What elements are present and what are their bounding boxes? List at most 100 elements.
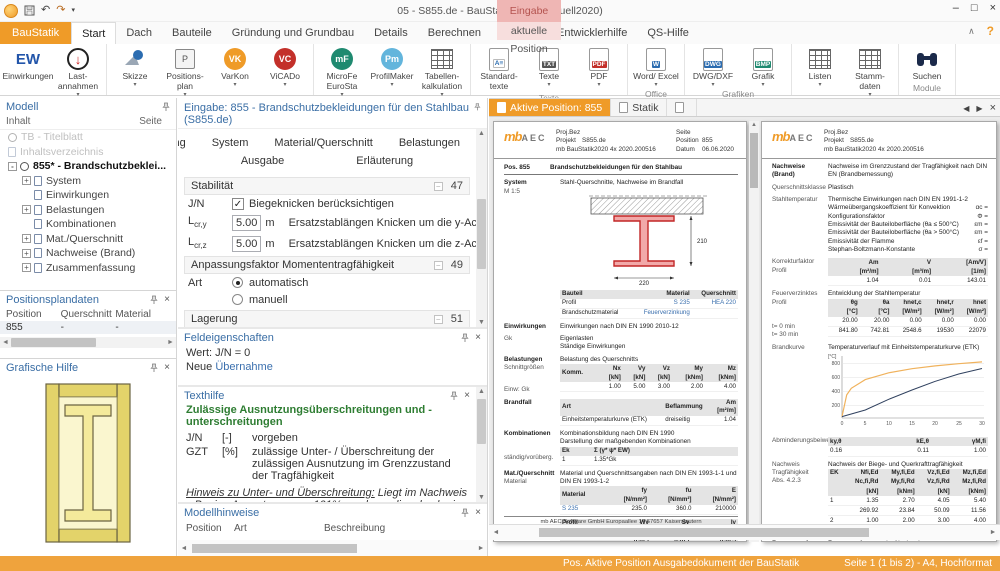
- scroll-up-icon[interactable]: ▲: [476, 388, 487, 395]
- dwg-dxf-button[interactable]: DWG DWG/DXF ▾: [688, 46, 738, 88]
- collapse-section-icon[interactable]: −: [434, 261, 443, 270]
- tree-item-belastungen[interactable]: + Belastungen: [0, 203, 176, 218]
- scroll-left-icon[interactable]: ◄: [489, 529, 503, 536]
- collapse-section-icon[interactable]: −: [434, 182, 443, 191]
- collapse-expander-icon[interactable]: -: [8, 162, 17, 171]
- pin-icon[interactable]: [162, 102, 170, 112]
- grafik-button[interactable]: BMP Grafik ▾: [738, 46, 788, 88]
- tab-baustatik[interactable]: BauStatik: [0, 22, 71, 44]
- tab-scroll-left-icon[interactable]: ◀: [963, 104, 969, 113]
- tab-system[interactable]: System: [206, 135, 255, 151]
- maximize-button[interactable]: □: [971, 2, 978, 14]
- tree-item-kombinationen[interactable]: Kombinationen: [0, 217, 176, 232]
- help-icon[interactable]: ?: [987, 24, 994, 38]
- tree-item-mat-querschnitt[interactable]: + Mat./Querschnitt: [0, 232, 176, 247]
- scroll-right-icon[interactable]: ►: [165, 339, 176, 346]
- word-excel-button[interactable]: W Word/ Excel ▾: [631, 46, 681, 88]
- einwirkungen-button[interactable]: EW Einwirkungen: [3, 46, 53, 82]
- expander-icon[interactable]: +: [22, 205, 31, 214]
- tree-item-nachweise-brand[interactable]: + Nachweise (Brand): [0, 246, 176, 261]
- close-icon[interactable]: ×: [164, 295, 170, 305]
- scroll-down-icon[interactable]: ▼: [476, 319, 487, 326]
- tab-material-querschnitt[interactable]: Material/Querschnitt: [268, 135, 378, 151]
- tree-item-einwirkungen[interactable]: Einwirkungen: [0, 188, 176, 203]
- pin-icon[interactable]: [150, 363, 158, 373]
- scroll-up-icon[interactable]: ▲: [749, 122, 759, 128]
- tab-aktuelle-position[interactable]: aktuelle Position: [497, 22, 561, 40]
- vertical-scrollbar[interactable]: ▲ ▼: [476, 129, 487, 327]
- lcrz-input[interactable]: 5.00: [232, 236, 261, 252]
- scroll-up-icon[interactable]: ▲: [476, 130, 487, 137]
- tab-new-document[interactable]: [667, 99, 697, 116]
- tree-item-855[interactable]: - 855* - Brandschutzbeklei...: [0, 159, 176, 174]
- horizontal-scrollbar[interactable]: ◄ ►: [0, 337, 176, 348]
- vertical-scrollbar[interactable]: ▲ ▼: [476, 387, 487, 502]
- uebernahme-link[interactable]: Übernahme: [215, 361, 272, 373]
- middle-horizontal-scrollbar[interactable]: ◄ ►: [178, 540, 488, 556]
- pdf-button[interactable]: PDF PDF ▾: [574, 46, 624, 88]
- tab-ausgabe[interactable]: Ausgabe: [235, 153, 290, 169]
- scroll-left-icon[interactable]: ◄: [178, 545, 190, 552]
- tab-aktive-position[interactable]: Aktive Position: 855: [489, 99, 611, 116]
- tree-item-system[interactable]: + System: [0, 174, 176, 189]
- save-icon[interactable]: [24, 5, 35, 16]
- profilmaker-button[interactable]: Pm ProfilMaker ▾: [367, 46, 417, 88]
- pin-icon[interactable]: [450, 391, 458, 401]
- tree-item-inhaltsverzeichnis[interactable]: Inhaltsverzeichnis: [0, 145, 176, 160]
- positionsplandaten-row[interactable]: 855 - -: [0, 321, 176, 334]
- manuell-radio[interactable]: [232, 294, 243, 305]
- tab-berechnen[interactable]: Berechnen: [418, 22, 491, 44]
- scroll-down-icon[interactable]: ▼: [476, 494, 487, 501]
- tab-statik[interactable]: Statik: [611, 99, 667, 116]
- biegeknicken-checkbox[interactable]: ✓: [232, 198, 244, 210]
- scroll-right-icon[interactable]: ►: [986, 529, 1000, 536]
- document-vertical-scrollbar[interactable]: ▲ ▼: [749, 121, 759, 542]
- pin-icon[interactable]: [474, 102, 481, 112]
- collapse-section-icon[interactable]: −: [434, 315, 443, 324]
- positionsplan-button[interactable]: P Positions- plan ▾: [160, 46, 210, 98]
- pin-icon[interactable]: [461, 333, 469, 343]
- lastannahmen-button[interactable]: ↓ Last- annahmen ▾: [53, 46, 103, 98]
- redo-icon[interactable]: ↷: [56, 5, 65, 16]
- tab-dach[interactable]: Dach: [116, 22, 162, 44]
- lcry-input[interactable]: 5.00: [232, 215, 261, 231]
- undo-icon[interactable]: ↶: [41, 5, 50, 16]
- listen-button[interactable]: Listen ▾: [795, 46, 845, 88]
- suchen-button[interactable]: Suchen: [902, 46, 952, 82]
- pin-icon[interactable]: [461, 508, 469, 518]
- pin-icon[interactable]: [150, 295, 158, 305]
- expander-icon[interactable]: +: [22, 249, 31, 258]
- tree-item-titelblatt[interactable]: TB - Titelblatt: [0, 130, 176, 145]
- minimize-button[interactable]: –: [953, 2, 959, 14]
- tab-gruendung[interactable]: Gründung und Grundbau: [222, 22, 364, 44]
- close-document-icon[interactable]: ×: [990, 102, 996, 114]
- expander-icon[interactable]: +: [22, 263, 31, 272]
- tab-bauteile[interactable]: Bauteile: [162, 22, 222, 44]
- tree-item-zusammenfassung[interactable]: + Zusammenfassung: [0, 261, 176, 276]
- varkon-button[interactable]: VK VarKon ▾: [210, 46, 260, 88]
- skizze-button[interactable]: Skizze ▾: [110, 46, 160, 88]
- document-horizontal-scrollbar[interactable]: ◄ ►: [489, 524, 1000, 540]
- automatisch-radio[interactable]: [232, 277, 243, 288]
- microfe-button[interactable]: mF MicroFe EuroSta ▾: [317, 46, 367, 98]
- quickaccess-dropdown-icon[interactable]: ▾: [71, 7, 75, 14]
- tab-details[interactable]: Details: [364, 22, 418, 44]
- expander-icon[interactable]: +: [22, 234, 31, 243]
- expander-icon[interactable]: +: [22, 176, 31, 185]
- close-icon[interactable]: ×: [464, 391, 470, 401]
- document-page-2[interactable]: mbAEC Proj.Bez ProjektS855.de mb BauStat…: [761, 121, 997, 542]
- tab-start[interactable]: Start: [71, 22, 116, 44]
- vicado-button[interactable]: VC ViCADo ▾: [260, 46, 310, 88]
- tab-qs-hilfe[interactable]: QS-Hilfe: [637, 22, 699, 44]
- document-page-1[interactable]: mbAEC Proj.Bez ProjektS855.de mb BauStat…: [493, 121, 747, 542]
- close-icon[interactable]: ×: [475, 508, 481, 518]
- close-button[interactable]: ×: [990, 2, 996, 14]
- tab-vorbemerkung[interactable]: Vorbemerkung: [178, 135, 192, 151]
- tab-erlaeuterung[interactable]: Erläuterung: [350, 153, 419, 169]
- scroll-right-icon[interactable]: ►: [475, 545, 487, 552]
- tab-belastungen[interactable]: Belastungen: [393, 135, 466, 151]
- ribbon-collapse-icon[interactable]: ∧: [968, 26, 975, 37]
- scroll-left-icon[interactable]: ◄: [0, 339, 11, 346]
- app-icon[interactable]: [4, 4, 18, 18]
- tabellenkalkulation-button[interactable]: Tabellen- kalkulation ▾: [417, 46, 467, 98]
